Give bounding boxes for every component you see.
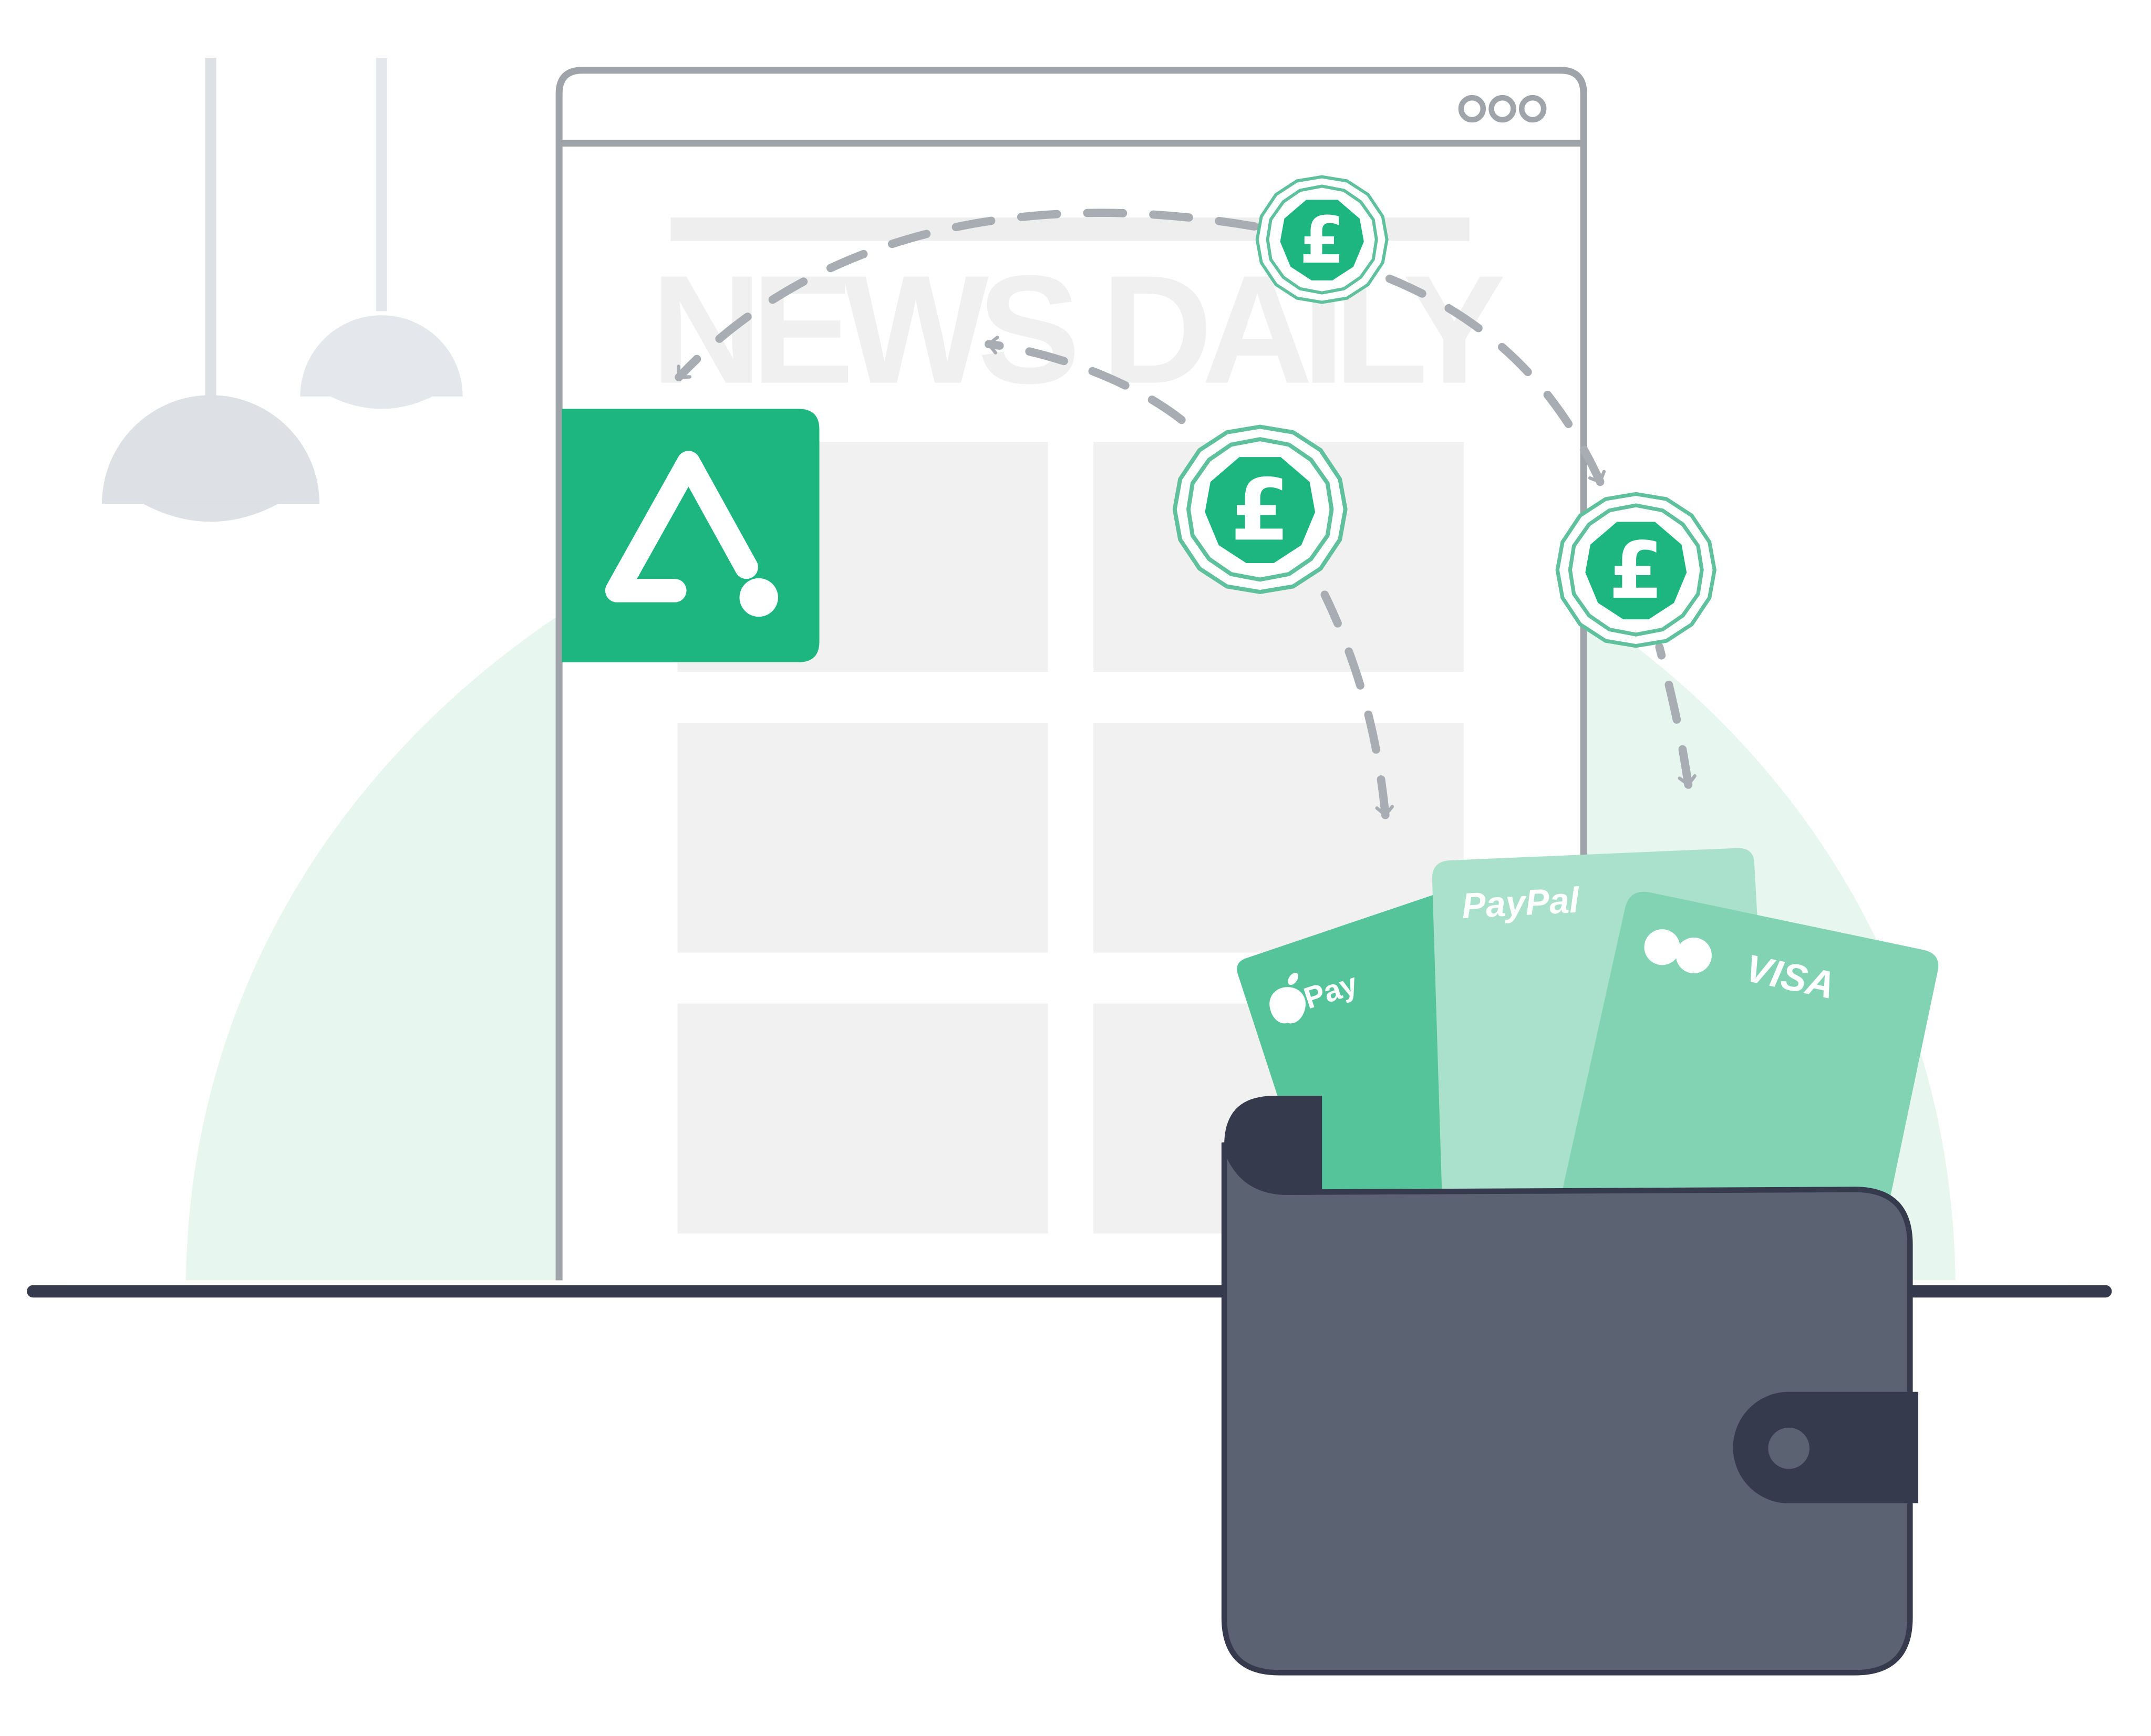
wallet-clasp-strap <box>1733 1391 1919 1504</box>
publisher-logo-tile[interactable] <box>562 409 820 662</box>
illustration-scene: NEWS DAILY £ £ £ Pay PayPal VISA <box>27 58 2112 1676</box>
lamp-rim-right <box>330 396 432 409</box>
coin-symbol: £ <box>1609 525 1663 617</box>
article-thumbnail[interactable] <box>677 1003 1048 1234</box>
wallet-clasp[interactable] <box>1733 1391 1919 1504</box>
lamp-rim-left <box>143 504 278 522</box>
coin-symbol: £ <box>1299 203 1345 278</box>
article-thumbnail[interactable] <box>677 722 1048 953</box>
paypal-card-label: PayPal <box>1461 880 1581 926</box>
wallet-clasp-button[interactable] <box>1768 1427 1809 1469</box>
publisher-logo-background <box>562 409 820 662</box>
pound-coin-icon: £ <box>1557 494 1714 646</box>
coin-symbol: £ <box>1230 461 1290 560</box>
pound-coin-icon: £ <box>1257 177 1387 303</box>
lamp-shade-left <box>101 395 320 504</box>
pound-coin-icon: £ <box>1175 427 1346 592</box>
pendant-lamps <box>101 58 463 522</box>
lamp-shade-right <box>300 315 463 397</box>
